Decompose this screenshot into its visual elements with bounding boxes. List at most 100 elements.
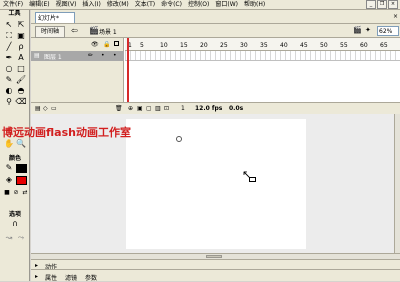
tools-title: 工具 — [8, 10, 21, 17]
smooth-icon[interactable]: ↝ — [3, 232, 15, 243]
close-icon[interactable]: × — [388, 0, 398, 9]
paint-bucket-icon[interactable]: ◓ — [15, 85, 27, 96]
colors-label: 颜色 — [8, 155, 21, 162]
subselect-tool-icon[interactable]: ⇱ — [15, 19, 27, 30]
oval-tool-icon[interactable]: ○ — [3, 63, 15, 74]
onion-outline-icon[interactable]: ▢ — [146, 105, 152, 112]
watermark-text: 博远动画flash动画工作室 — [2, 126, 131, 139]
timeline-toggle-button[interactable]: 时间轴 — [35, 26, 65, 38]
window-controls: _ ❐ × — [366, 0, 400, 9]
free-transform-icon[interactable]: ⛶ — [3, 30, 15, 41]
edit-scene-icon[interactable]: 🎬 — [353, 26, 362, 34]
menu-control[interactable]: 控制(O) — [185, 0, 212, 10]
scene-icon: 🎬 — [89, 26, 99, 35]
frames-grid[interactable] — [125, 51, 400, 61]
restore-icon[interactable]: ❐ — [377, 0, 387, 9]
fill-color-icon: ◈ — [5, 174, 13, 184]
menu-help[interactable]: 帮助(H) — [241, 0, 268, 10]
ruler-tick: 25 — [220, 42, 228, 49]
edit-symbols-icon[interactable]: ✦ — [365, 26, 371, 34]
ruler-tick: 50 — [320, 42, 328, 49]
back-arrow-icon[interactable]: ⇦ — [71, 26, 78, 35]
straighten-icon[interactable]: ⤳ — [15, 232, 27, 243]
timeline-status-bar: ▤ ◇ ▭ 🗑 ⊕ ▣ ▢ ▥ ⊡ 1 12.0 fps 0.0s — [31, 102, 400, 114]
menu-text[interactable]: 文本(T) — [132, 0, 158, 10]
add-guide-icon[interactable]: ◇ — [43, 105, 48, 112]
snap-magnet-icon[interactable]: ∩ — [9, 218, 21, 229]
close-doc-icon[interactable]: × — [393, 13, 398, 20]
gradient-transform-icon[interactable]: ▣ — [15, 30, 27, 41]
outline-icon[interactable] — [114, 41, 119, 46]
pen-tool-icon[interactable]: ✒ — [3, 52, 15, 63]
onion-markers-icon[interactable]: ⊡ — [164, 105, 169, 112]
text-tool-icon[interactable]: A — [15, 52, 27, 63]
center-frame-icon[interactable]: ⊕ — [128, 105, 133, 112]
menu-insert[interactable]: 插入(I) — [79, 0, 103, 10]
visible-dot-icon[interactable]: • — [101, 52, 105, 59]
ruler-tick: 45 — [300, 42, 308, 49]
swap-colors-icon[interactable]: ⇄ — [19, 187, 31, 198]
layer-icon: ▤ — [34, 52, 40, 59]
ruler-tick: 5 — [140, 42, 144, 49]
onion-skin-icon[interactable]: ▣ — [137, 105, 143, 112]
menu-file[interactable]: 文件(F) — [0, 0, 26, 10]
brush-tool-icon[interactable]: 🖌 — [15, 74, 27, 85]
ruler-tick: 15 — [180, 42, 188, 49]
line-tool-icon[interactable]: ╱ — [3, 41, 15, 52]
layer-row[interactable]: ▤ 图层 1 ✏ • • — [31, 51, 124, 61]
vertical-scrollbar[interactable] — [394, 114, 400, 253]
current-frame: 1 — [181, 105, 185, 112]
eraser-icon[interactable]: ⌫ — [15, 96, 27, 107]
layer-name[interactable]: 图层 1 — [44, 52, 62, 61]
options-label: 选项 — [8, 211, 21, 218]
ruler-tick: 55 — [340, 42, 348, 49]
pencil-tool-icon[interactable]: ✎ — [3, 74, 15, 85]
rectangle-tool-icon[interactable]: □ — [15, 63, 27, 74]
ruler-tick: 35 — [260, 42, 268, 49]
menu-edit[interactable]: 编辑(E) — [26, 0, 52, 10]
ruler-tick: 20 — [200, 42, 208, 49]
document-tab-bar: 幻灯片* × — [31, 10, 400, 24]
minimize-icon[interactable]: _ — [366, 0, 376, 9]
scroll-thumb[interactable] — [206, 255, 222, 258]
timeline-panel: 👁 🔒 ▤ 图层 1 ✏ • • 1 5 10 15 20 25 30 35 4… — [31, 38, 400, 114]
menu-bar: 文件(F) 编辑(E) 视图(V) 插入(I) 修改(M) 文本(T) 命令(C… — [0, 0, 400, 10]
menu-modify[interactable]: 修改(M) — [104, 0, 132, 10]
pencil-edit-icon: ✏ — [88, 52, 94, 59]
expand-arrow-icon[interactable]: ▸ — [35, 262, 38, 269]
lasso-tool-icon[interactable]: ρ — [15, 41, 27, 52]
delete-layer-icon[interactable]: 🗑 — [115, 105, 123, 112]
ruler-tick: 10 — [160, 42, 168, 49]
add-folder-icon[interactable]: ▭ — [51, 105, 57, 112]
zoom-select[interactable]: 62% — [377, 26, 399, 36]
arrow-tool-icon[interactable]: ↖ — [3, 19, 15, 30]
ruler-tick: 60 — [360, 42, 368, 49]
edit-multiple-icon[interactable]: ▥ — [155, 105, 161, 112]
ruler-tick: 40 — [280, 42, 288, 49]
lock-icon[interactable]: 🔒 — [103, 41, 110, 48]
actions-panel-header[interactable]: ▸ 动作 — [31, 259, 400, 271]
ink-bottle-icon[interactable]: ◐ — [3, 85, 15, 96]
frame-rate[interactable]: 12.0 fps — [195, 105, 222, 112]
scene-label: 场景 1 — [99, 29, 117, 36]
cursor-box-icon — [249, 177, 256, 182]
menu-commands[interactable]: 命令(C) — [158, 0, 185, 10]
frame-ruler[interactable]: 1 5 10 15 20 25 30 35 40 45 50 55 60 65 — [125, 38, 400, 51]
stage[interactable] — [126, 119, 306, 249]
stroke-color-swatch[interactable] — [16, 164, 27, 173]
registration-point[interactable] — [176, 136, 182, 142]
document-tab[interactable]: 幻灯片* — [35, 12, 75, 23]
fill-color-swatch[interactable] — [16, 176, 27, 185]
elapsed-time: 0.0s — [229, 105, 244, 112]
menu-window[interactable]: 窗口(W) — [212, 0, 241, 10]
lock-dot-icon[interactable]: • — [113, 52, 117, 59]
expand-arrow-icon[interactable]: ▸ — [35, 273, 38, 280]
menu-view[interactable]: 视图(V) — [53, 0, 80, 10]
ruler-tick: 30 — [240, 42, 248, 49]
tools-panel: 工具 ↖ ⇱ ⛶ ▣ ╱ ρ ✒ A ○ □ ✎ 🖌 ◐ ◓ ⚲ ⌫ ✋ 🔍 颜… — [0, 10, 30, 281]
properties-panel-header: ▸ 属性 滤镜 参数 — [31, 269, 400, 282]
eye-icon[interactable]: 👁 — [91, 41, 99, 48]
add-layer-icon[interactable]: ▤ — [35, 105, 41, 112]
stroke-color-icon: ✎ — [5, 162, 13, 172]
eyedropper-icon[interactable]: ⚲ — [3, 96, 15, 107]
